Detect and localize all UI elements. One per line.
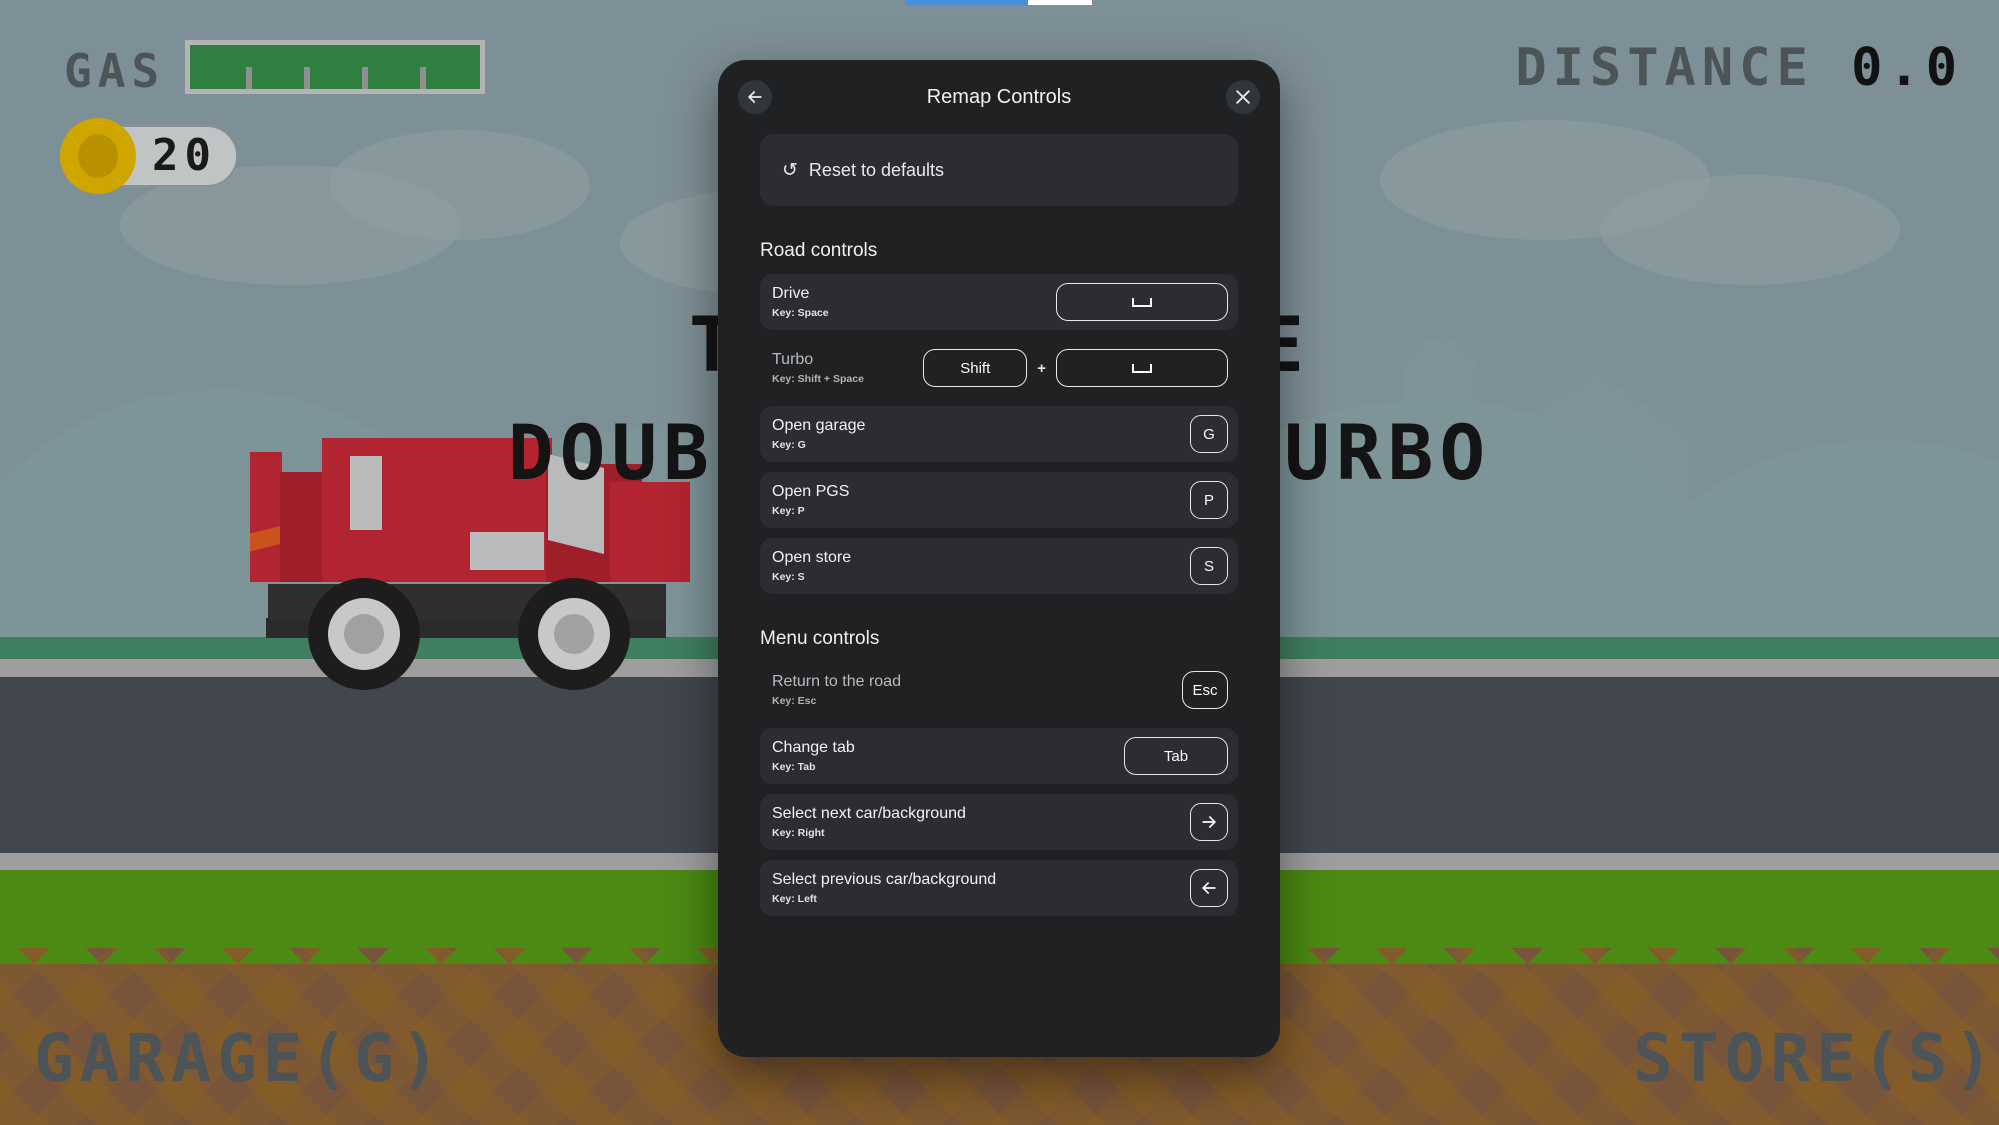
gas-tick xyxy=(420,67,426,89)
control-row-text: Open PGS Key: P xyxy=(772,483,1180,516)
gas-tick xyxy=(362,67,368,89)
control-row[interactable]: Select previous car/background Key: Left xyxy=(760,860,1238,916)
control-row[interactable]: Open garage Key: G G xyxy=(760,406,1238,462)
control-row[interactable]: Change tab Key: Tab Tab xyxy=(760,728,1238,784)
control-row-label: Turbo xyxy=(772,351,814,369)
section-title: Menu controls xyxy=(760,628,880,649)
keycap-label: Shift xyxy=(960,359,991,377)
control-row-key-text: Key: S xyxy=(772,570,805,583)
reset-to-defaults-button[interactable]: ↺ Reset to defaults xyxy=(760,134,1238,206)
control-row-label: Open PGS xyxy=(772,483,850,501)
keycap-button[interactable] xyxy=(1056,349,1228,387)
keycap-button[interactable]: Esc xyxy=(1182,671,1228,709)
control-row-text: Return to the road Key: Esc xyxy=(772,673,1172,706)
distance-value: 0.0 xyxy=(1851,38,1963,98)
control-row[interactable]: Turbo Key: Shift + Space Shift + xyxy=(760,340,1238,396)
page-loading-bar xyxy=(905,0,1092,5)
section-title: Road controls xyxy=(760,240,878,261)
keycap-label: Esc xyxy=(1192,681,1218,699)
keycap-button[interactable] xyxy=(1056,283,1228,321)
spacebar-icon xyxy=(1132,363,1152,373)
control-row-key-text: Key: G xyxy=(772,438,806,451)
keycap-button[interactable] xyxy=(1190,803,1228,841)
coin-icon xyxy=(60,118,136,194)
page-loading-bar-fill xyxy=(905,0,1029,5)
keycap-label: Tab xyxy=(1163,747,1189,765)
control-row-label: Drive xyxy=(772,285,810,303)
control-row[interactable]: Drive Key: Space xyxy=(760,274,1238,330)
cloud xyxy=(330,130,590,240)
gas-label: GAS xyxy=(64,44,166,98)
keycap-button[interactable]: P xyxy=(1190,481,1228,519)
close-icon xyxy=(1236,90,1250,104)
control-row-key-text: Key: Shift + Space xyxy=(772,372,864,385)
control-row-key-text: Key: Left xyxy=(772,892,817,905)
dialog-title: Remap Controls xyxy=(926,85,1072,108)
arrow-left-icon xyxy=(1202,882,1216,894)
control-row-label: Change tab xyxy=(772,739,855,757)
keycap-button[interactable] xyxy=(1190,869,1228,907)
keycap-button[interactable]: S xyxy=(1190,547,1228,585)
control-row-label: Open store xyxy=(772,549,852,567)
garage-hotspot-label[interactable]: GARAGE(G) xyxy=(34,1020,446,1097)
control-row-text: Change tab Key: Tab xyxy=(772,739,1114,772)
control-sections: Road controls Drive Key: Space Turbo Key: Sh… xyxy=(760,240,1238,916)
control-row-text: Drive Key: Space xyxy=(772,285,1046,318)
arrow-right-icon xyxy=(1202,816,1216,828)
keycap-label: P xyxy=(1203,491,1214,509)
back-button[interactable] xyxy=(738,80,772,114)
gas-tick xyxy=(304,67,310,89)
dialog-body: ↺ Reset to defaults Road controls Drive Ke… xyxy=(718,134,1280,1057)
control-row[interactable]: Select next car/background Key: Right xyxy=(760,794,1238,850)
arrow-left-icon xyxy=(748,91,762,103)
control-row-label: Open garage xyxy=(772,417,866,435)
gas-gauge-fill xyxy=(190,45,480,89)
control-row-text: Open garage Key: G xyxy=(772,417,1180,450)
dialog-header: Remap Controls xyxy=(718,60,1280,134)
control-row-text: Open store Key: S xyxy=(772,549,1180,582)
store-hotspot-label[interactable]: STORE(S) xyxy=(1633,1020,1999,1097)
keycap-label: S xyxy=(1203,557,1214,575)
control-row-text: Turbo Key: Shift + Space xyxy=(772,351,913,384)
control-row-text: Select next car/background Key: Right xyxy=(772,805,1180,838)
reset-to-defaults-label: Reset to defaults xyxy=(808,159,945,180)
remap-controls-dialog: Remap Controls ↺ Reset to defaults Road … xyxy=(718,60,1280,1057)
gas-tick xyxy=(246,67,252,89)
control-row-label: Return to the road xyxy=(772,673,901,691)
spacebar-icon xyxy=(1132,297,1152,307)
control-row-label: Select next car/background xyxy=(772,805,966,823)
control-row[interactable]: Return to the road Key: Esc Esc xyxy=(760,662,1238,718)
cloud xyxy=(1600,175,1900,285)
control-row[interactable]: Open store Key: S S xyxy=(760,538,1238,594)
keycap-button[interactable]: Shift xyxy=(923,349,1028,387)
control-row-key-text: Key: P xyxy=(772,504,805,517)
control-row-key-text: Key: Tab xyxy=(772,760,816,773)
gas-gauge xyxy=(185,40,485,94)
control-row-text: Select previous car/background Key: Left xyxy=(772,871,1180,904)
control-row-key-text: Key: Right xyxy=(772,826,825,839)
control-row-key-text: Key: Esc xyxy=(772,694,817,707)
coin-slot xyxy=(93,144,103,169)
keycap-label: G xyxy=(1203,425,1215,443)
distance-label: DISTANCE xyxy=(1515,38,1814,98)
control-row-key-text: Key: Space xyxy=(772,306,829,319)
coin-count: 20 xyxy=(152,130,217,181)
control-row[interactable]: Open PGS Key: P P xyxy=(760,472,1238,528)
keycap-button[interactable]: Tab xyxy=(1124,737,1228,775)
control-row-label: Select previous car/background xyxy=(772,871,997,889)
refresh-icon: ↺ xyxy=(782,159,798,181)
key-combo-plus: + xyxy=(1037,359,1046,377)
distance-readout: DISTANCE 0.0 xyxy=(1515,38,1963,98)
close-button[interactable] xyxy=(1226,80,1260,114)
keycap-button[interactable]: G xyxy=(1190,415,1228,453)
